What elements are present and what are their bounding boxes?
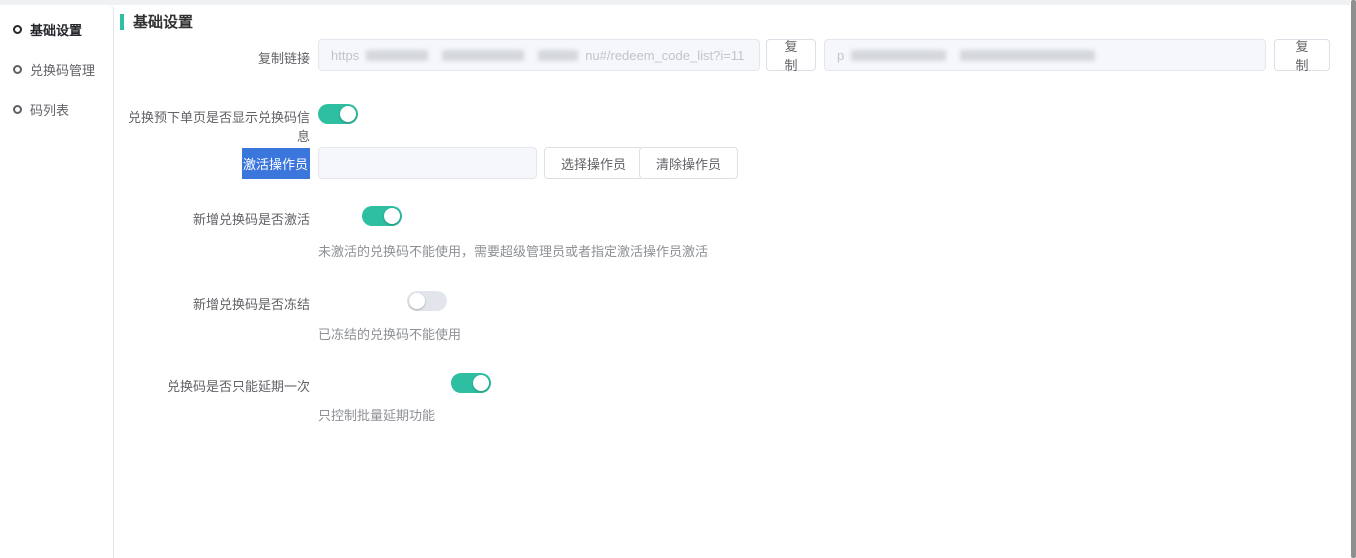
- sidebar-item-label: 兑换码管理: [30, 62, 96, 78]
- toggle-knob: [340, 106, 356, 122]
- section-header: 基础设置: [120, 11, 193, 32]
- sidebar-item-code-list[interactable]: 码列表: [0, 98, 113, 120]
- sidebar-item-redeem-code-management[interactable]: 兑换码管理: [0, 58, 113, 80]
- scrollbar-track[interactable]: [1350, 0, 1356, 558]
- activate-operator-input: [318, 147, 537, 179]
- link-url-prefix: https: [331, 47, 360, 63]
- new-code-frozen-toggle[interactable]: [406, 291, 447, 311]
- extend-once-hint: 只控制批量延期功能: [318, 408, 436, 423]
- page-title: 基础设置: [133, 14, 194, 31]
- basic-settings-panel: 基础设置 复制链接 https nu#/redeem_code_list?i=11…: [120, 5, 1350, 558]
- redeem-link-input: https nu#/redeem_code_list?i=11: [318, 39, 760, 71]
- new-code-frozen-label: 新增兑换码是否冻结: [192, 297, 310, 312]
- radio-circle-icon: [13, 24, 22, 34]
- sidebar-item-label: 码列表: [30, 102, 70, 118]
- extend-once-label: 兑换码是否只能延期一次: [166, 379, 310, 394]
- copy-second-button[interactable]: 复制: [1274, 39, 1330, 73]
- copy-link-button[interactable]: 复制: [766, 39, 816, 73]
- redacted-text-block: [366, 49, 429, 61]
- second-copy-input: p: [824, 39, 1266, 71]
- show-redeem-info-label: 兑换预下单页是否显示兑换码信息: [127, 110, 310, 144]
- link-url-suffix: nu#/redeem_code_list?i=11: [585, 47, 745, 63]
- clear-operator-button[interactable]: 清除操作员: [639, 147, 739, 179]
- redacted-text-block: [851, 49, 947, 61]
- sidebar-item-basic-settings[interactable]: 基础设置: [0, 18, 113, 40]
- section-accent-bar: [120, 13, 124, 30]
- activate-operator-label-cell: 激活操作员: [120, 148, 310, 179]
- activate-operator-label: 激活操作员: [241, 148, 310, 179]
- toggle-knob: [473, 375, 490, 391]
- select-operator-button[interactable]: 选择操作员: [544, 147, 644, 179]
- extend-once-toggle[interactable]: [451, 373, 492, 393]
- settings-sidebar: 基础设置 兑换码管理 码列表: [0, 5, 114, 558]
- new-code-frozen-hint: 已冻结的兑换码不能使用: [318, 327, 462, 342]
- second-value-prefix: p: [837, 47, 845, 63]
- new-code-active-toggle[interactable]: [362, 206, 403, 226]
- redacted-text-block: [442, 49, 525, 61]
- toggle-knob: [384, 208, 401, 224]
- sidebar-item-label: 基础设置: [30, 22, 83, 38]
- radio-circle-icon: [13, 64, 22, 74]
- show-redeem-info-toggle[interactable]: [318, 104, 358, 124]
- scrollbar-thumb[interactable]: [1351, 0, 1356, 558]
- redacted-text-block: [538, 49, 579, 61]
- radio-circle-icon: [13, 104, 22, 114]
- copy-link-label: 复制链接: [257, 51, 310, 66]
- toggle-knob: [408, 293, 425, 309]
- redacted-text-block: [960, 49, 1096, 61]
- new-code-active-label: 新增兑换码是否激活: [192, 212, 310, 227]
- new-code-active-hint: 未激活的兑换码不能使用，需要超级管理员或者指定激活操作员激活: [318, 244, 709, 259]
